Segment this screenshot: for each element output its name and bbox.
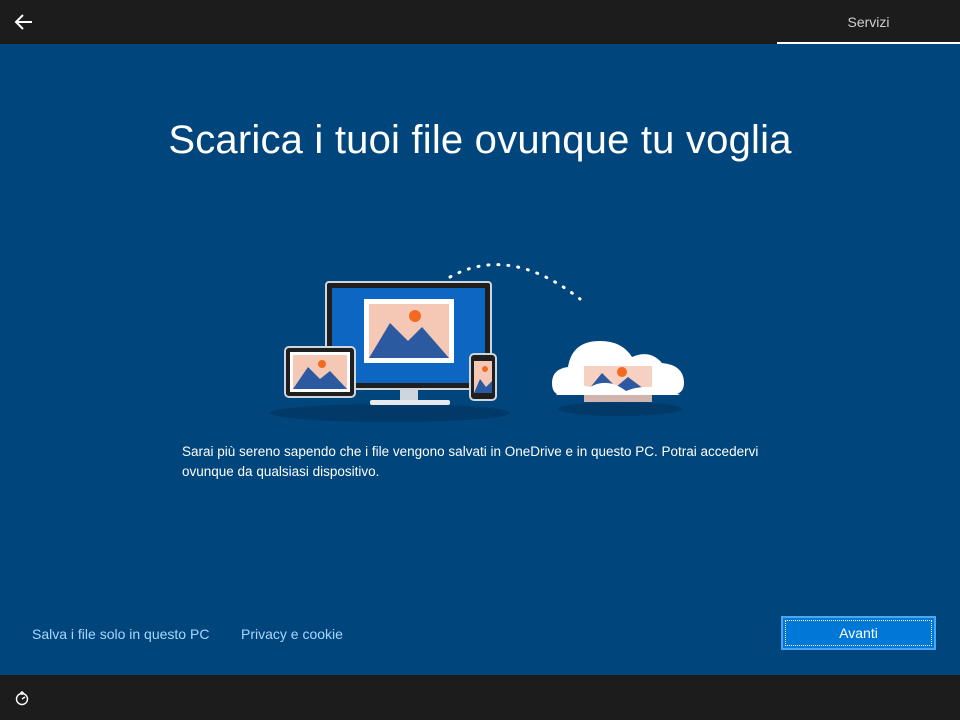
bottom-bar — [0, 675, 960, 720]
description-text: Sarai più sereno sapendo che i file veng… — [182, 444, 759, 479]
cloud-graphic — [552, 341, 684, 402]
tablet-graphic — [284, 346, 356, 398]
cloud-shadow — [558, 402, 682, 416]
privacy-link[interactable]: Privacy e cookie — [241, 626, 343, 642]
page-title: Scarica i tuoi file ovunque tu voglia — [168, 118, 792, 162]
tab-label: Servizi — [847, 14, 890, 30]
back-button[interactable] — [8, 8, 38, 36]
phone-graphic — [469, 353, 497, 401]
next-button[interactable]: Avanti — [781, 616, 936, 650]
top-bar: Servizi — [0, 0, 960, 44]
main-panel: Scarica i tuoi file ovunque tu voglia Sa… — [0, 44, 960, 675]
devices-cloud-sync-illustration — [270, 263, 684, 422]
save-local-link[interactable]: Salva i file solo in questo PC — [32, 626, 209, 642]
devices-shadow — [270, 404, 510, 422]
tab-servizi[interactable]: Servizi — [777, 0, 960, 44]
ease-of-access-button[interactable] — [12, 689, 32, 707]
back-arrow-icon — [14, 14, 32, 30]
ease-of-access-icon — [15, 691, 29, 706]
